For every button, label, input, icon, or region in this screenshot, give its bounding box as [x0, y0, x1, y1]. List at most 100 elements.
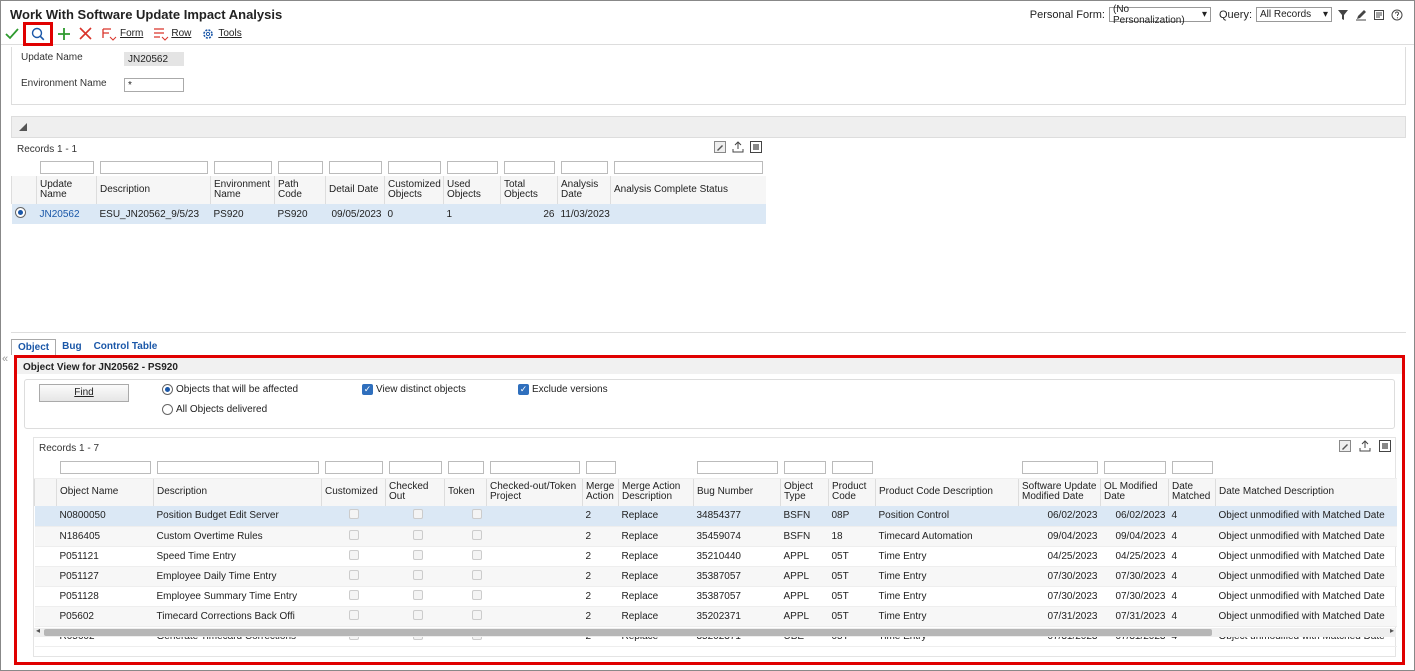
filter-object-name[interactable]: [59, 460, 151, 474]
form-menu-button[interactable]: Form: [102, 24, 143, 44]
filter-environment-name[interactable]: [213, 161, 272, 174]
col-su-modified-date[interactable]: Software Update Modified Date: [1018, 478, 1101, 506]
col-analysis-date[interactable]: Analysis Date: [557, 176, 611, 204]
col-checked-out-token-project[interactable]: Checked-out/Token Project: [486, 478, 583, 506]
view-distinct-option[interactable]: ✓ View distinct objects: [362, 384, 466, 395]
table-row[interactable]: N0800050 Position Budget Edit Server 2 Repl…: [34, 506, 1397, 527]
tab-control-table[interactable]: Control Table: [88, 339, 164, 355]
query-select[interactable]: All Records ▾: [1256, 7, 1332, 22]
collapse-triangle-icon[interactable]: [18, 122, 28, 135]
export-icon[interactable]: [732, 141, 744, 156]
col-date-matched-description[interactable]: Date Matched Description: [1215, 478, 1397, 506]
filter-bug-number[interactable]: [696, 460, 778, 474]
table-row[interactable]: P051128 Employee Summary Time Entry 2 Repla…: [34, 586, 1397, 607]
col-ol-modified-date[interactable]: OL Modified Date: [1100, 478, 1169, 506]
filter-path-code[interactable]: [277, 161, 323, 174]
filter-analysis-date[interactable]: [560, 161, 608, 174]
filter-detail-date[interactable]: [328, 161, 382, 174]
find-button[interactable]: Find: [39, 384, 129, 402]
filter-merge-action[interactable]: [585, 460, 616, 474]
tab-object[interactable]: Object: [11, 339, 57, 355]
delete-button[interactable]: [79, 24, 92, 44]
header-controls: Personal Form: (No Personalization) ▾ Qu…: [1030, 4, 1404, 26]
col-environment-name[interactable]: Environment Name: [210, 176, 275, 204]
cell-environment-name: PS920: [210, 204, 275, 224]
filter-object-type[interactable]: [783, 460, 826, 474]
ok-button[interactable]: [5, 24, 19, 44]
filter-customized-objects[interactable]: [387, 161, 441, 174]
maximize-grid-icon[interactable]: [1379, 440, 1391, 455]
filter-icon[interactable]: [1336, 8, 1350, 22]
col-customized[interactable]: Customized: [321, 478, 386, 506]
table-row[interactable]: P051127 Employee Daily Time Entry 2 Replace…: [34, 566, 1397, 587]
maximize-grid-icon[interactable]: [750, 141, 762, 156]
col-product-code[interactable]: Product Code: [828, 478, 876, 506]
filter-update-name[interactable]: [39, 161, 94, 174]
filter-product-code[interactable]: [831, 460, 873, 474]
col-total-objects[interactable]: Total Objects: [500, 176, 558, 204]
filter-project[interactable]: [489, 460, 580, 474]
col-detail-date[interactable]: Detail Date: [325, 176, 385, 204]
exclude-versions-checkbox[interactable]: ✓: [518, 384, 529, 395]
all-delivered-radio[interactable]: [162, 404, 173, 415]
collapse-left-icon[interactable]: «: [2, 353, 8, 365]
row-select-radio[interactable]: [14, 207, 26, 218]
col-description[interactable]: Description: [153, 478, 322, 506]
search-button[interactable]: [23, 21, 53, 46]
filter-checked-out[interactable]: [388, 460, 442, 474]
tab-bug[interactable]: Bug: [56, 339, 87, 355]
edit-icon[interactable]: [1354, 8, 1368, 22]
filter-analysis-status[interactable]: [613, 161, 763, 174]
col-object-name[interactable]: Object Name: [56, 478, 154, 506]
table-row[interactable]: N186405 Custom Overtime Rules 2 Replace 3545…: [34, 526, 1397, 547]
col-object-type[interactable]: Object Type: [780, 478, 829, 506]
col-date-matched[interactable]: Date Matched: [1168, 478, 1216, 506]
option-all-delivered[interactable]: All Objects delivered: [162, 404, 267, 415]
affected-radio[interactable]: [162, 384, 173, 395]
filter-description[interactable]: [156, 460, 319, 474]
cell-update-name[interactable]: JN20562: [36, 204, 97, 224]
option-affected[interactable]: Objects that will be affected: [162, 384, 298, 395]
col-bug-number[interactable]: Bug Number: [693, 478, 781, 506]
col-description[interactable]: Description: [96, 176, 211, 204]
exclude-versions-option[interactable]: ✓ Exclude versions: [518, 384, 608, 395]
scroll-left-icon[interactable]: ◂: [36, 626, 40, 635]
tools-menu-button[interactable]: Tools: [201, 24, 242, 44]
scroll-right-icon[interactable]: ▸: [1390, 626, 1394, 635]
col-path-code[interactable]: Path Code: [274, 176, 326, 204]
row-menu-button[interactable]: Row: [153, 24, 191, 44]
filter-ol-modified-date[interactable]: [1103, 460, 1166, 474]
disabled-checkbox: [412, 509, 423, 520]
col-merge-action[interactable]: Merge Action: [582, 478, 619, 506]
document-icon[interactable]: [1372, 8, 1386, 22]
col-checked-out[interactable]: Checked Out: [385, 478, 445, 506]
personal-form-select[interactable]: (No Personalization) ▾: [1108, 4, 1211, 26]
filter-total-objects[interactable]: [503, 161, 555, 174]
horizontal-scrollbar[interactable]: ◂ ▸: [34, 626, 1396, 637]
col-analysis-complete-status[interactable]: Analysis Complete Status: [610, 176, 766, 204]
collapse-bar[interactable]: [11, 116, 1406, 138]
table-row[interactable]: P051121 Speed Time Entry 2 Replace 35210440 A…: [34, 546, 1397, 567]
table-row[interactable]: P05602 Timecard Corrections Back Offi 2 Rep…: [34, 606, 1397, 627]
filter-token[interactable]: [447, 460, 484, 474]
table-row[interactable]: JN20562 ESU_JN20562_9/5/23 PS920 PS920 0…: [11, 204, 766, 224]
environment-name-field[interactable]: *: [124, 78, 184, 92]
personalize-grid-icon[interactable]: [1339, 440, 1351, 455]
view-distinct-checkbox[interactable]: ✓: [362, 384, 373, 395]
filter-su-modified-date[interactable]: [1021, 460, 1098, 474]
personalize-grid-icon[interactable]: [714, 141, 726, 156]
help-icon[interactable]: [1390, 8, 1404, 22]
col-product-code-description[interactable]: Product Code Description: [875, 478, 1019, 506]
col-update-name[interactable]: Update Name: [36, 176, 97, 204]
filter-date-matched[interactable]: [1171, 460, 1213, 474]
add-button[interactable]: [57, 24, 71, 44]
filter-description[interactable]: [99, 161, 208, 174]
col-merge-action-description[interactable]: Merge Action Description: [618, 478, 694, 506]
export-icon[interactable]: [1359, 440, 1371, 455]
col-used-objects[interactable]: Used Objects: [443, 176, 501, 204]
col-customized-objects[interactable]: Customized Objects: [384, 176, 444, 204]
filter-customized[interactable]: [324, 460, 383, 474]
scrollbar-thumb[interactable]: [44, 629, 1212, 636]
filter-used-objects[interactable]: [446, 161, 498, 174]
col-token[interactable]: Token: [444, 478, 487, 506]
